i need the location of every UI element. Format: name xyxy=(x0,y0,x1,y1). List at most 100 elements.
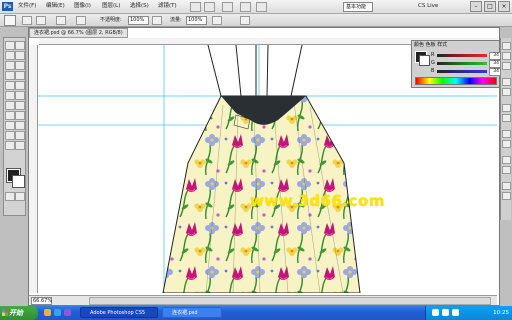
vertical-ruler[interactable] xyxy=(29,45,38,293)
masks-panel-icon[interactable] xyxy=(502,114,511,122)
menu-bar: Ps 文件(F) 编辑(E) 图像(I) 图层(L) 选择(S) 滤镜(T) 基… xyxy=(0,0,512,14)
clone-source-panel-icon[interactable] xyxy=(502,192,511,200)
brush-panel-toggle[interactable] xyxy=(36,16,46,25)
move-tool-icon[interactable] xyxy=(5,41,15,50)
bridge-button[interactable] xyxy=(190,2,201,12)
panel-dock xyxy=(500,38,511,220)
toolbox xyxy=(3,37,26,216)
menu-select[interactable]: 选择(S) xyxy=(130,2,149,11)
brush-preset-button[interactable] xyxy=(22,16,32,25)
flow-label: 流量: xyxy=(170,17,182,23)
green-label: G xyxy=(431,60,435,66)
layers-panel-icon[interactable] xyxy=(502,42,511,50)
system-tray: 10:25 xyxy=(425,306,512,320)
zoom-menu-button[interactable] xyxy=(222,2,233,12)
quick-launch-folder-icon[interactable] xyxy=(44,309,51,316)
tray-volume-icon[interactable] xyxy=(442,309,449,316)
navigator-panel-icon[interactable] xyxy=(502,156,511,164)
taskbar-item-document[interactable]: 连衣裙.psd xyxy=(162,307,222,318)
options-bar: 不透明度: 100% 流量: 100% xyxy=(0,14,512,27)
lasso-tool-icon[interactable] xyxy=(5,51,15,60)
hand-tool-button[interactable] xyxy=(240,2,251,12)
3d-rotate-tool-icon[interactable] xyxy=(5,131,15,140)
history-panel-icon[interactable] xyxy=(502,78,511,86)
history-brush-tool-icon[interactable] xyxy=(15,81,25,90)
menu-image[interactable]: 图像(I) xyxy=(74,2,91,11)
paragraph-panel-icon[interactable] xyxy=(502,140,511,148)
zoom-field[interactable]: 66.67% xyxy=(31,297,52,305)
panel-background-swatch[interactable] xyxy=(419,55,430,66)
document-tab[interactable]: 连衣裙.psd @ 66.7% (图层 2, RGB/8) xyxy=(29,28,128,38)
clone-source-button[interactable] xyxy=(76,16,86,25)
close-icon[interactable]: × xyxy=(498,1,510,12)
eraser-tool-icon[interactable] xyxy=(5,91,15,100)
3d-orbit-tool-icon[interactable] xyxy=(15,131,25,140)
channels-panel-icon[interactable] xyxy=(502,52,511,60)
crop-tool-icon[interactable] xyxy=(5,61,15,70)
minimize-icon[interactable]: – xyxy=(470,1,482,12)
pressure-opacity-toggle[interactable] xyxy=(152,16,162,25)
color-panel: 颜色 色板 样式 R 34 G 34 B 34 xyxy=(411,40,501,88)
mode-dropdown[interactable] xyxy=(56,16,66,25)
pen-tool-icon[interactable] xyxy=(5,111,15,120)
quick-select-tool-icon[interactable] xyxy=(15,51,25,60)
path-selection-tool-icon[interactable] xyxy=(5,121,15,130)
start-button[interactable]: 开始 xyxy=(0,306,38,320)
background-color-swatch[interactable] xyxy=(12,175,25,188)
blur-tool-icon[interactable] xyxy=(5,101,15,110)
blue-slider[interactable] xyxy=(437,70,487,73)
horizontal-scrollbar[interactable] xyxy=(89,297,491,305)
quick-launch-ie-icon[interactable] xyxy=(54,309,61,316)
clock: 10:25 xyxy=(493,310,509,316)
healing-brush-tool-icon[interactable] xyxy=(5,71,15,80)
hand-tool-icon[interactable] xyxy=(5,141,15,150)
paths-panel-icon[interactable] xyxy=(502,62,511,70)
type-tool-icon[interactable] xyxy=(15,111,25,120)
menu-layer[interactable]: 图层(L) xyxy=(102,2,120,11)
flow-field[interactable]: 100% xyxy=(186,16,207,25)
menu-filter[interactable]: 滤镜(T) xyxy=(158,2,177,11)
maximize-icon[interactable]: □ xyxy=(484,1,496,12)
window-controls: – □ × xyxy=(468,1,510,12)
marquee-tool-icon[interactable] xyxy=(15,41,25,50)
brush-panel-icon[interactable] xyxy=(502,182,511,190)
airbrush-toggle[interactable] xyxy=(212,16,222,25)
brush-tool-icon[interactable] xyxy=(15,71,25,80)
green-slider[interactable] xyxy=(437,62,487,65)
red-slider[interactable] xyxy=(437,54,487,57)
opacity-field[interactable]: 100% xyxy=(128,16,149,25)
color-spectrum-ramp[interactable] xyxy=(415,77,497,85)
workspace-switcher[interactable]: 基本功能 xyxy=(343,2,373,12)
tray-input-method-icon[interactable] xyxy=(452,309,459,316)
shape-tool-icon[interactable] xyxy=(15,121,25,130)
tool-preset-picker[interactable] xyxy=(4,15,16,26)
screen-mode-icon[interactable] xyxy=(15,192,25,201)
menu-file[interactable]: 文件(F) xyxy=(18,2,36,11)
cs-live-button[interactable]: CS Live xyxy=(418,2,438,11)
color-panel-tabs[interactable]: 颜色 色板 样式 xyxy=(414,42,447,49)
eyedropper-tool-icon[interactable] xyxy=(15,61,25,70)
watermark-text: www.3d66.com xyxy=(250,192,385,210)
adjustments-panel-icon[interactable] xyxy=(502,104,511,112)
clone-stamp-tool-icon[interactable] xyxy=(5,81,15,90)
actions-panel-icon[interactable] xyxy=(502,88,511,96)
info-panel-icon[interactable] xyxy=(502,166,511,174)
document-status-bar: 66.67% xyxy=(29,295,497,305)
dodge-tool-icon[interactable] xyxy=(15,101,25,110)
minibridge-button[interactable] xyxy=(204,2,215,12)
red-label: R xyxy=(431,52,435,58)
zoom-tool-icon[interactable] xyxy=(15,141,25,150)
gradient-tool-icon[interactable] xyxy=(15,91,25,100)
menu-edit[interactable]: 编辑(E) xyxy=(46,2,65,11)
quick-mask-icon[interactable] xyxy=(5,192,15,201)
photoshop-logo-icon: Ps xyxy=(2,2,13,11)
windows-taskbar: 开始 Adobe Photoshop CS5 连衣裙.psd 10:25 xyxy=(0,306,512,320)
arrange-documents-button[interactable] xyxy=(256,2,267,12)
taskbar-item-photoshop[interactable]: Adobe Photoshop CS5 xyxy=(80,307,158,318)
character-panel-icon[interactable] xyxy=(502,130,511,138)
pressure-size-toggle[interactable] xyxy=(240,16,250,25)
blue-label: B xyxy=(431,68,435,74)
opacity-label: 不透明度: xyxy=(100,17,122,23)
tray-network-icon[interactable] xyxy=(432,309,439,316)
quick-launch-media-icon[interactable] xyxy=(64,309,71,316)
